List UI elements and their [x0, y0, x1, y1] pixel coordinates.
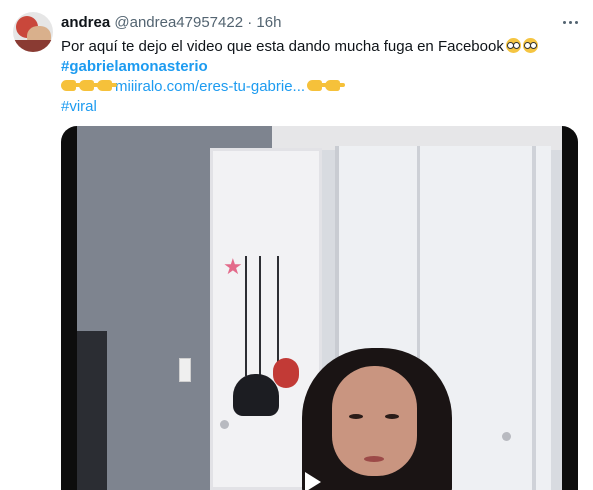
pointing-hand-icon — [325, 80, 346, 91]
tweet-header: andrea @andrea47957422 · 16h — [61, 14, 281, 32]
video-player[interactable]: ★ — [61, 126, 578, 490]
pointing-hand-icon — [307, 80, 328, 91]
nerd-face-emoji-icon — [505, 38, 521, 53]
pointing-hand-icon — [61, 80, 81, 91]
video-frame[interactable]: ★ — [77, 126, 562, 490]
avatar[interactable] — [13, 12, 53, 52]
hashtag-link[interactable]: #gabrielamonasterio — [61, 58, 208, 75]
timestamp[interactable]: 16h — [256, 14, 281, 31]
pointing-hand-icon — [79, 80, 99, 91]
hashtag-link[interactable]: #viral — [61, 98, 97, 115]
star-decoration-icon: ★ — [223, 254, 243, 279]
nerd-face-emoji-icon — [522, 38, 538, 53]
play-icon[interactable] — [305, 472, 321, 490]
display-name[interactable]: andrea — [61, 14, 110, 31]
user-handle[interactable]: @andrea47957422 — [114, 14, 243, 31]
tweet-body-text: Por aquí te dejo el video que esta dando… — [61, 38, 504, 55]
pointing-hand-icon — [97, 80, 117, 91]
separator-dot: · — [247, 14, 253, 31]
tweet-text: Por aquí te dejo el video que esta dando… — [61, 37, 538, 117]
external-link[interactable]: miiiralo.com/eres-tu-gabrie... — [115, 78, 305, 95]
more-options-icon[interactable] — [561, 13, 579, 31]
